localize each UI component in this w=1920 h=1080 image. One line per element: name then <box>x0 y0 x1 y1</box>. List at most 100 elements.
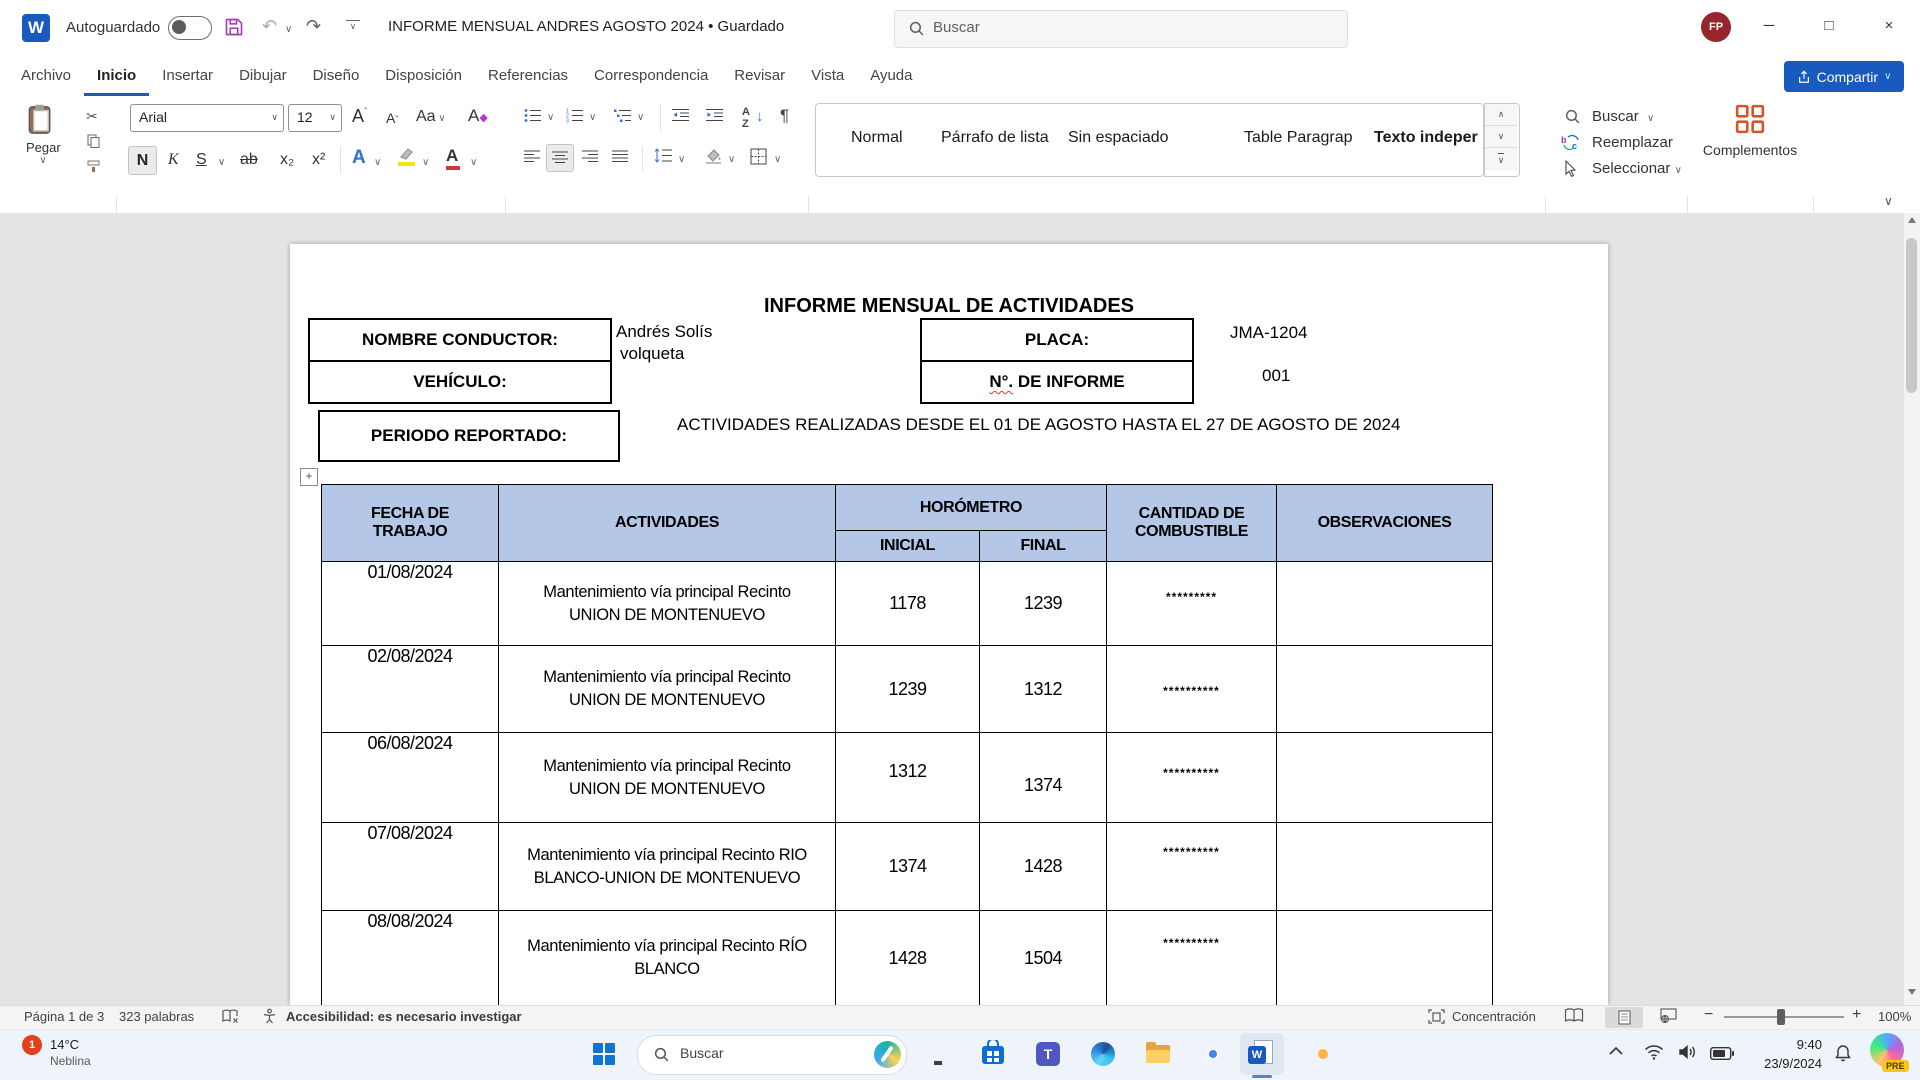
cut-icon[interactable]: ✂ <box>86 108 98 125</box>
cell-initial[interactable]: 1312 <box>836 733 980 823</box>
effects-chevron-icon[interactable]: ∨ <box>374 157 381 168</box>
text-effects-button[interactable]: A <box>352 147 366 169</box>
cell-initial[interactable]: 1178 <box>836 562 980 646</box>
weather-condition[interactable]: Neblina <box>50 1054 91 1068</box>
cell-initial[interactable]: 1428 <box>836 911 980 1006</box>
avatar[interactable]: FP <box>1701 12 1731 42</box>
tab-insertar[interactable]: Insertar <box>149 56 226 96</box>
maximize-button[interactable]: □ <box>1806 17 1852 34</box>
col-header-fecha[interactable]: FECHA DE TRABAJO <box>322 485 499 562</box>
report-label-cell[interactable]: N°. DE INFORME <box>922 362 1192 402</box>
bullets-button[interactable] <box>524 108 542 123</box>
decrease-indent-button[interactable] <box>672 108 690 122</box>
select-button[interactable]: Seleccionar ∨ <box>1592 160 1682 177</box>
cell-observations[interactable] <box>1277 646 1493 733</box>
undo-chevron-icon[interactable]: ∨ <box>285 24 292 35</box>
find-button[interactable]: Buscar ∨ <box>1592 108 1654 125</box>
edge-icon[interactable] <box>1091 1042 1115 1066</box>
tab-referencias[interactable]: Referencias <box>475 56 581 96</box>
autosave-toggle[interactable] <box>168 16 212 40</box>
scrollbar-thumb[interactable] <box>1906 238 1917 393</box>
tray-chevron-up-icon[interactable] <box>1608 1046 1624 1056</box>
style-sin-espaciado[interactable]: Sin espaciado <box>1068 129 1169 147</box>
focus-mode-icon[interactable] <box>1428 1009 1445 1024</box>
focus-mode-label[interactable]: Concentración <box>1452 1009 1536 1024</box>
close-button[interactable]: × <box>1866 17 1912 34</box>
title-chevron-icon[interactable]: ∨ <box>640 23 647 34</box>
plate-report-table[interactable]: PLACA: N°. DE INFORME <box>920 318 1194 404</box>
cell-fuel[interactable]: ********** <box>1107 911 1277 1006</box>
accessibility-icon[interactable] <box>262 1008 277 1024</box>
copy-icon[interactable] <box>87 134 100 148</box>
driver-value-line2[interactable]: volqueta <box>620 344 684 364</box>
word-taskbar-icon[interactable]: W <box>1248 1046 1266 1064</box>
borders-chevron-icon[interactable]: ∨ <box>774 154 781 165</box>
clear-format-button[interactable]: A◆ <box>468 106 488 126</box>
bold-button[interactable]: N <box>128 146 157 175</box>
collapse-ribbon-icon[interactable]: ∨ <box>1884 194 1893 208</box>
tab-archivo[interactable]: Archivo <box>8 56 84 96</box>
multilevel-chevron-icon[interactable]: ∨ <box>637 112 644 123</box>
minimize-button[interactable]: ─ <box>1746 17 1792 34</box>
cell-initial[interactable]: 1374 <box>836 823 980 911</box>
format-painter-icon[interactable] <box>87 160 100 173</box>
vehicle-label-cell[interactable]: VEHÍCULO: <box>310 362 610 402</box>
notifications-bell-icon[interactable] <box>1834 1044 1852 1062</box>
superscript-button[interactable]: x² <box>312 151 325 169</box>
justify-button[interactable] <box>612 150 629 163</box>
scroll-up-icon[interactable] <box>1907 216 1917 224</box>
tab-inicio[interactable]: Inicio <box>84 56 149 96</box>
search-highlight-icon[interactable] <box>874 1041 901 1068</box>
driver-label-cell[interactable]: NOMBRE CONDUCTOR: <box>310 320 610 362</box>
numbering-button[interactable]: 123 <box>566 108 584 123</box>
col-header-horometro[interactable]: HORÓMETRO <box>836 485 1107 531</box>
cell-fuel[interactable]: ********** <box>1107 823 1277 911</box>
cell-fuel[interactable]: ********* <box>1107 562 1277 646</box>
cell-observations[interactable] <box>1277 911 1493 1006</box>
cell-final[interactable]: 1312 <box>980 646 1107 733</box>
shading-button[interactable] <box>704 148 723 164</box>
tab-correspondencia[interactable]: Correspondencia <box>581 56 721 96</box>
start-button[interactable] <box>592 1042 616 1066</box>
cell-date[interactable]: 02/08/2024 <box>322 646 499 733</box>
report-number-value[interactable]: 001 <box>1262 366 1290 386</box>
cell-fuel[interactable]: ********** <box>1107 646 1277 733</box>
cell-activity[interactable]: Mantenimiento vía principal Recinto UNIO… <box>499 646 836 733</box>
cell-fuel[interactable]: ********** <box>1107 733 1277 823</box>
cell-observations[interactable] <box>1277 823 1493 911</box>
tab-disposicion[interactable]: Disposición <box>372 56 475 96</box>
highlight-button[interactable] <box>398 147 415 161</box>
doc-heading[interactable]: INFORME MENSUAL DE ACTIVIDADES <box>290 295 1608 318</box>
period-text[interactable]: ACTIVIDADES REALIZADAS DESDE EL 01 DE AG… <box>677 414 1422 436</box>
replace-button[interactable]: Reemplazar <box>1592 134 1673 151</box>
tab-dibujar[interactable]: Dibujar <box>226 56 300 96</box>
style-normal[interactable]: Normal <box>851 129 903 147</box>
shrink-font-button[interactable]: Aˇ <box>386 110 399 126</box>
align-left-button[interactable] <box>524 150 541 163</box>
cell-activity[interactable]: Mantenimiento vía principal Recinto UNIO… <box>499 733 836 823</box>
subscript-button[interactable]: x₂ <box>280 151 294 169</box>
cell-activity[interactable]: Mantenimiento vía principal Recinto RÍO … <box>499 911 836 1006</box>
taskbar-search-box[interactable]: Buscar <box>637 1035 907 1075</box>
sort-button[interactable]: AZ <box>742 106 750 130</box>
borders-button[interactable] <box>750 148 767 165</box>
cell-date[interactable]: 01/08/2024 <box>322 562 499 646</box>
multilevel-list-button[interactable] <box>614 108 632 123</box>
styles-scroll-down-button[interactable]: ∨ <box>1485 126 1517 148</box>
tab-revisar[interactable]: Revisar <box>721 56 798 96</box>
zoom-slider-thumb[interactable] <box>1777 1009 1785 1025</box>
styles-scroll-up-button[interactable]: ∧ <box>1485 104 1517 126</box>
font-name-combo[interactable]: Arial∨ <box>130 104 284 132</box>
table-move-handle-icon[interactable]: + <box>300 468 318 486</box>
style-table-paragraph[interactable]: Table Paragrap <box>1244 129 1353 147</box>
shading-chevron-icon[interactable]: ∨ <box>728 154 735 165</box>
addins-button[interactable]: Complementos <box>1700 104 1800 158</box>
cell-date[interactable]: 06/08/2024 <box>322 733 499 823</box>
line-spacing-chevron-icon[interactable]: ∨ <box>678 154 685 165</box>
col-header-combustible[interactable]: CANTIDAD DE COMBUSTIBLE <box>1107 485 1277 562</box>
qat-customize-icon[interactable]: ∨ <box>346 20 360 32</box>
line-spacing-button[interactable] <box>654 148 673 163</box>
clock[interactable]: 9:40 23/9/2024 <box>1764 1035 1822 1073</box>
web-layout-icon[interactable] <box>1660 1008 1677 1023</box>
underline-chevron-icon[interactable]: ∨ <box>218 157 225 168</box>
